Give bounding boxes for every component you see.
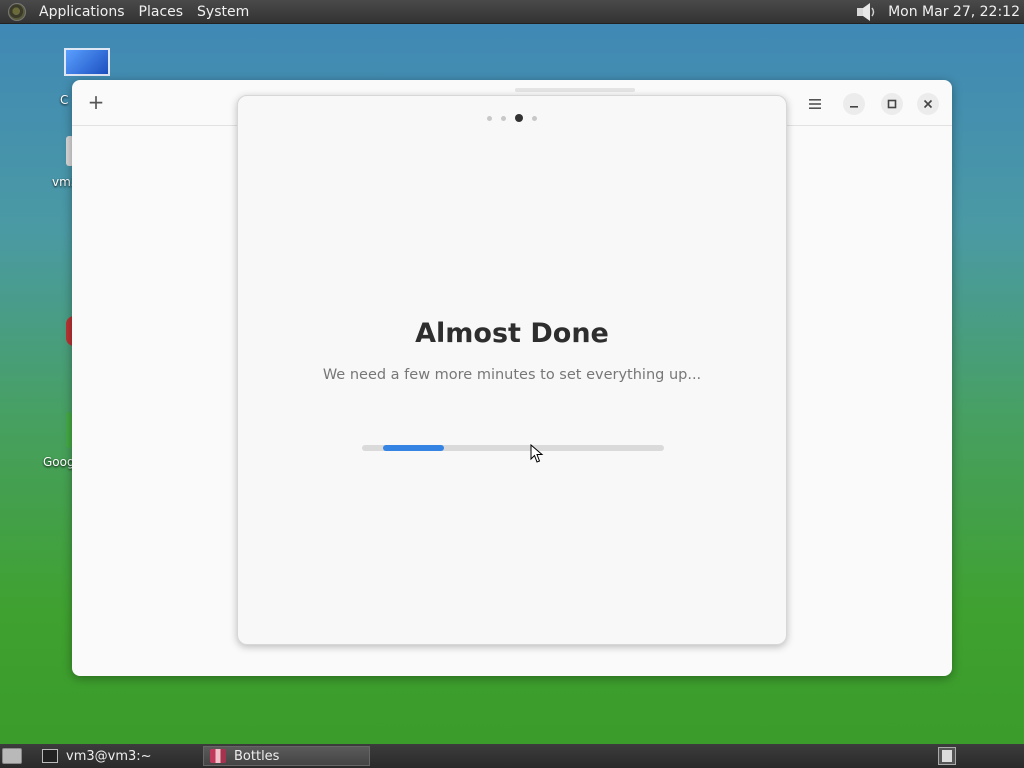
bottles-icon (210, 749, 226, 763)
page-subtitle: We need a few more minutes to set everyt… (322, 367, 702, 383)
distro-logo-icon[interactable] (8, 2, 26, 21)
clock[interactable]: Mon Mar 27, 22:12 (888, 4, 1024, 20)
computer-icon[interactable] (64, 48, 110, 76)
page-dot (501, 115, 506, 121)
add-bottle-button[interactable]: + (86, 92, 106, 112)
close-button[interactable] (917, 93, 939, 115)
maximize-button[interactable] (881, 93, 903, 115)
close-icon (923, 99, 933, 109)
desktop-icon-label[interactable]: Goog (43, 455, 75, 469)
menu-applications[interactable]: Applications (32, 0, 132, 24)
desktop-icon-label[interactable]: C (60, 93, 68, 107)
workspace-window-icon (942, 750, 952, 762)
page-title: Almost Done (415, 318, 609, 349)
bottom-panel: vm3@vm3:~ Bottles (0, 744, 1024, 768)
mouse-cursor-icon (530, 444, 544, 463)
page-dot (532, 115, 537, 121)
onboarding-dialog: Almost Done We need a few more minutes t… (237, 95, 787, 645)
header-title-area (515, 88, 635, 92)
menu-places[interactable]: Places (132, 0, 191, 24)
top-panel: Applications Places System Mon Mar 27, 2… (0, 0, 1024, 24)
setup-progress-bar (362, 445, 664, 451)
menu-system[interactable]: System (190, 0, 256, 24)
minimize-icon (850, 106, 858, 108)
page-indicator (238, 114, 786, 122)
taskbar-item-label: vm3@vm3:~ (66, 748, 152, 764)
minimize-button[interactable] (843, 93, 865, 115)
progress-fill (383, 445, 444, 451)
hamburger-icon (809, 99, 821, 109)
show-desktop-icon[interactable] (2, 748, 22, 764)
taskbar-item-label: Bottles (234, 748, 280, 764)
taskbar-item-terminal[interactable]: vm3@vm3:~ (36, 746, 196, 766)
terminal-icon (42, 749, 58, 763)
taskbar-item-bottles[interactable]: Bottles (203, 746, 370, 766)
page-dot (515, 114, 523, 122)
main-menu-button[interactable] (804, 93, 826, 115)
workspace-switcher[interactable] (938, 747, 956, 765)
page-dot (487, 115, 492, 121)
volume-icon[interactable] (856, 2, 878, 22)
maximize-icon (887, 99, 897, 109)
